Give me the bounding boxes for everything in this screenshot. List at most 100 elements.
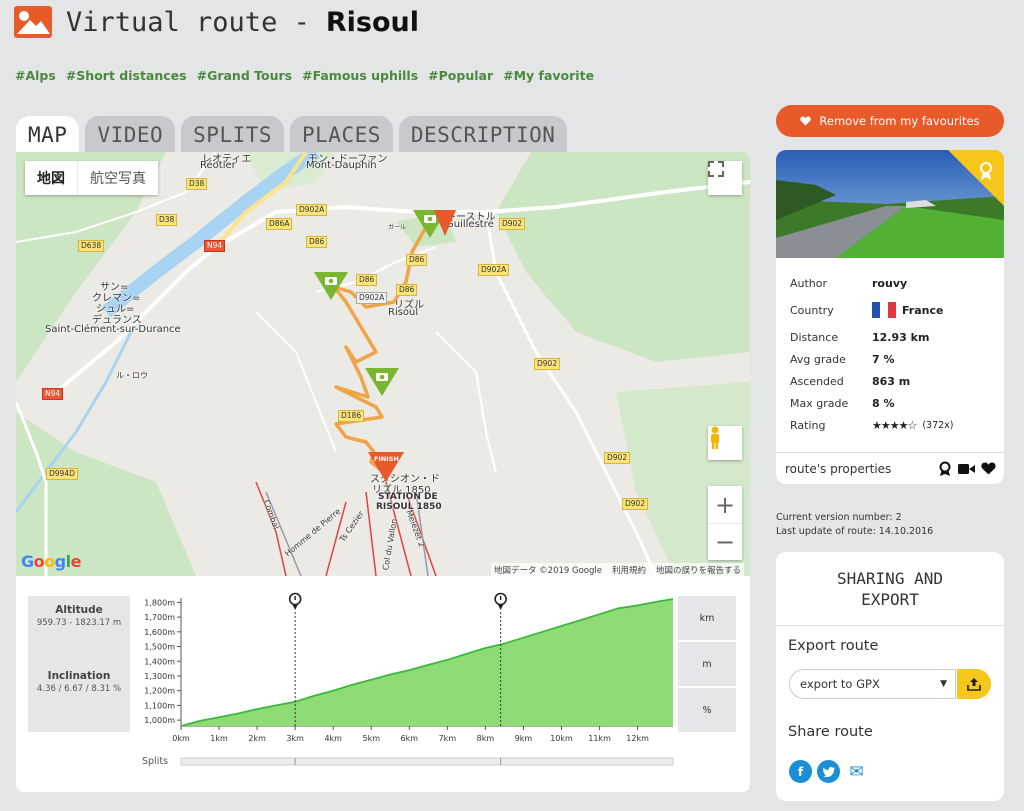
map-label: ガール [388,224,407,231]
tab-map[interactable]: MAP [16,116,80,154]
last-update: Last update of route: 14.10.2016 [776,526,934,537]
tab-description[interactable]: DESCRIPTION [398,116,568,154]
map-type-satellite-button[interactable]: 航空写真 [77,161,158,195]
road-shield: D38 [156,214,178,226]
zoom-out-button[interactable]: − [708,523,742,560]
start-marker-icon[interactable] [434,208,456,238]
tag-famous-uphills[interactable]: #Famous uphills [302,68,418,83]
road-shield: D902 [534,358,561,370]
map-attribution: 地図データ ©2019 Google 利用規約 地図の誤りを報告する [490,563,744,576]
info-row-author: Author rouvy [790,272,994,294]
map-view[interactable]: レオティエ Réotier モン・ドーファン Mont-Dauphin ギースト… [16,152,750,576]
info-key: Max grade [790,396,849,410]
road-shield: D86A [266,218,293,230]
tab-splits[interactable]: SPLITS [181,116,285,154]
map-type-map-button[interactable]: 地図 [25,161,77,195]
email-share-button[interactable]: ✉ [845,760,868,783]
tag-grand-tours[interactable]: #Grand Tours [197,68,293,83]
map-label: Saint-Clément-sur-Durance [45,324,181,335]
tag-alps[interactable]: #Alps [15,68,56,83]
x-tick-label: 4km [324,734,342,743]
splits-label: Splits [142,756,169,767]
splits-bar[interactable] [180,757,674,766]
heart-icon[interactable] [981,462,996,475]
elevation-area [181,599,673,726]
camera-marker-icon[interactable] [365,366,399,398]
x-tick-label: 1km [210,734,228,743]
tab-video[interactable]: VIDEO [85,116,176,154]
route-photo[interactable] [776,150,1004,258]
camera-marker-icon[interactable] [314,270,348,302]
heart-icon [800,116,812,126]
zoom-in-button[interactable]: + [708,486,742,523]
export-format-select[interactable]: export to GPX ▼ [789,669,956,699]
info-row-rating: Rating ★★★★☆ (372x) [790,414,994,436]
export-format-value: export to GPX [800,677,880,691]
x-tick-label: 11km [588,734,611,743]
route-properties: route's properties [776,452,1004,484]
award-icon[interactable] [938,461,952,477]
road-shield: D902 [622,498,649,510]
x-tick-label: 9km [515,734,533,743]
road-shield: D994D [46,468,78,480]
main-panel: レオティエ Réotier モン・ドーファン Mont-Dauphin ギースト… [16,152,750,792]
terms-link[interactable]: 利用規約 [612,564,646,576]
y-tick-label: 1,000m [144,716,175,725]
road-shield: D902A [296,204,328,216]
x-tick-label: 12km [626,734,649,743]
share-route-label: Share route [788,724,873,740]
elevation-profile: Altitude 959.73 - 1823.17 m Inclination … [16,576,750,792]
map-label: Mont-Dauphin [306,160,377,171]
fullscreen-button[interactable] [708,161,742,195]
y-tick-label: 1,600m [144,628,175,637]
remove-favourite-label: Remove from my favourites [819,114,980,128]
export-download-button[interactable] [957,669,991,699]
report-error-link[interactable]: 地図の誤りを報告する [656,564,741,576]
twitter-share-button[interactable] [817,760,840,783]
finish-label: FINISH [374,455,399,463]
street-view-pegman-button[interactable] [708,426,742,460]
email-icon: ✉ [849,761,864,782]
y-tick-label: 1,400m [144,657,175,666]
y-tick-label: 1,300m [144,672,175,681]
x-tick-label: 6km [401,734,419,743]
tag-short-distances[interactable]: #Short distances [66,68,187,83]
info-row-distance: Distance 12.93 km [790,326,994,348]
upload-icon [967,678,981,691]
y-tick-label: 1,700m [144,613,175,622]
version-info: Current version number: 2 Last update of… [776,511,933,539]
google-logo: Google [21,552,81,571]
road-shield: D902A [356,292,388,304]
road-shield: D86 [356,274,378,286]
info-key: Country [790,303,834,317]
video-camera-icon[interactable] [958,463,975,475]
map-data-credit: 地図データ ©2019 Google [493,566,602,576]
tag-list: #Alps #Short distances #Grand Tours #Fam… [15,68,594,83]
tag-popular[interactable]: #Popular [428,68,493,83]
country-value: France [902,303,944,317]
x-tick-label: 7km [439,734,457,743]
page-header: Virtual route - Risoul [14,2,419,42]
road-shield: D902A [478,264,510,276]
twitter-icon [822,766,835,777]
remove-favourite-button[interactable]: Remove from my favourites [776,105,1004,137]
facebook-share-button[interactable]: f [789,760,812,783]
route-info: Author rouvy Country France Distance 12.93… [790,272,994,436]
road-shield: D86 [406,254,428,266]
facebook-icon: f [797,764,804,779]
page-title: Risoul [325,6,419,38]
author-value[interactable]: rouvy [872,277,907,290]
stopwatch-pointer [292,604,299,610]
y-tick-label: 1,500m [144,643,175,652]
info-row-country: Country France [790,294,994,326]
tab-places[interactable]: PLACES [290,116,393,154]
map-label: ル・ロウ [116,371,148,380]
rating-stars[interactable]: ★★★★☆ [872,419,917,432]
info-row-max-grade: Max grade 8 % [790,392,994,414]
road-shield: N94 [42,388,64,400]
road-shield: D902 [499,218,526,230]
x-tick-label: 5km [362,734,380,743]
mountain-logo-icon [14,6,52,38]
tab-bar: MAP VIDEO SPLITS PLACES DESCRIPTION [16,116,568,154]
tag-my-favorite[interactable]: #My favorite [503,68,594,83]
